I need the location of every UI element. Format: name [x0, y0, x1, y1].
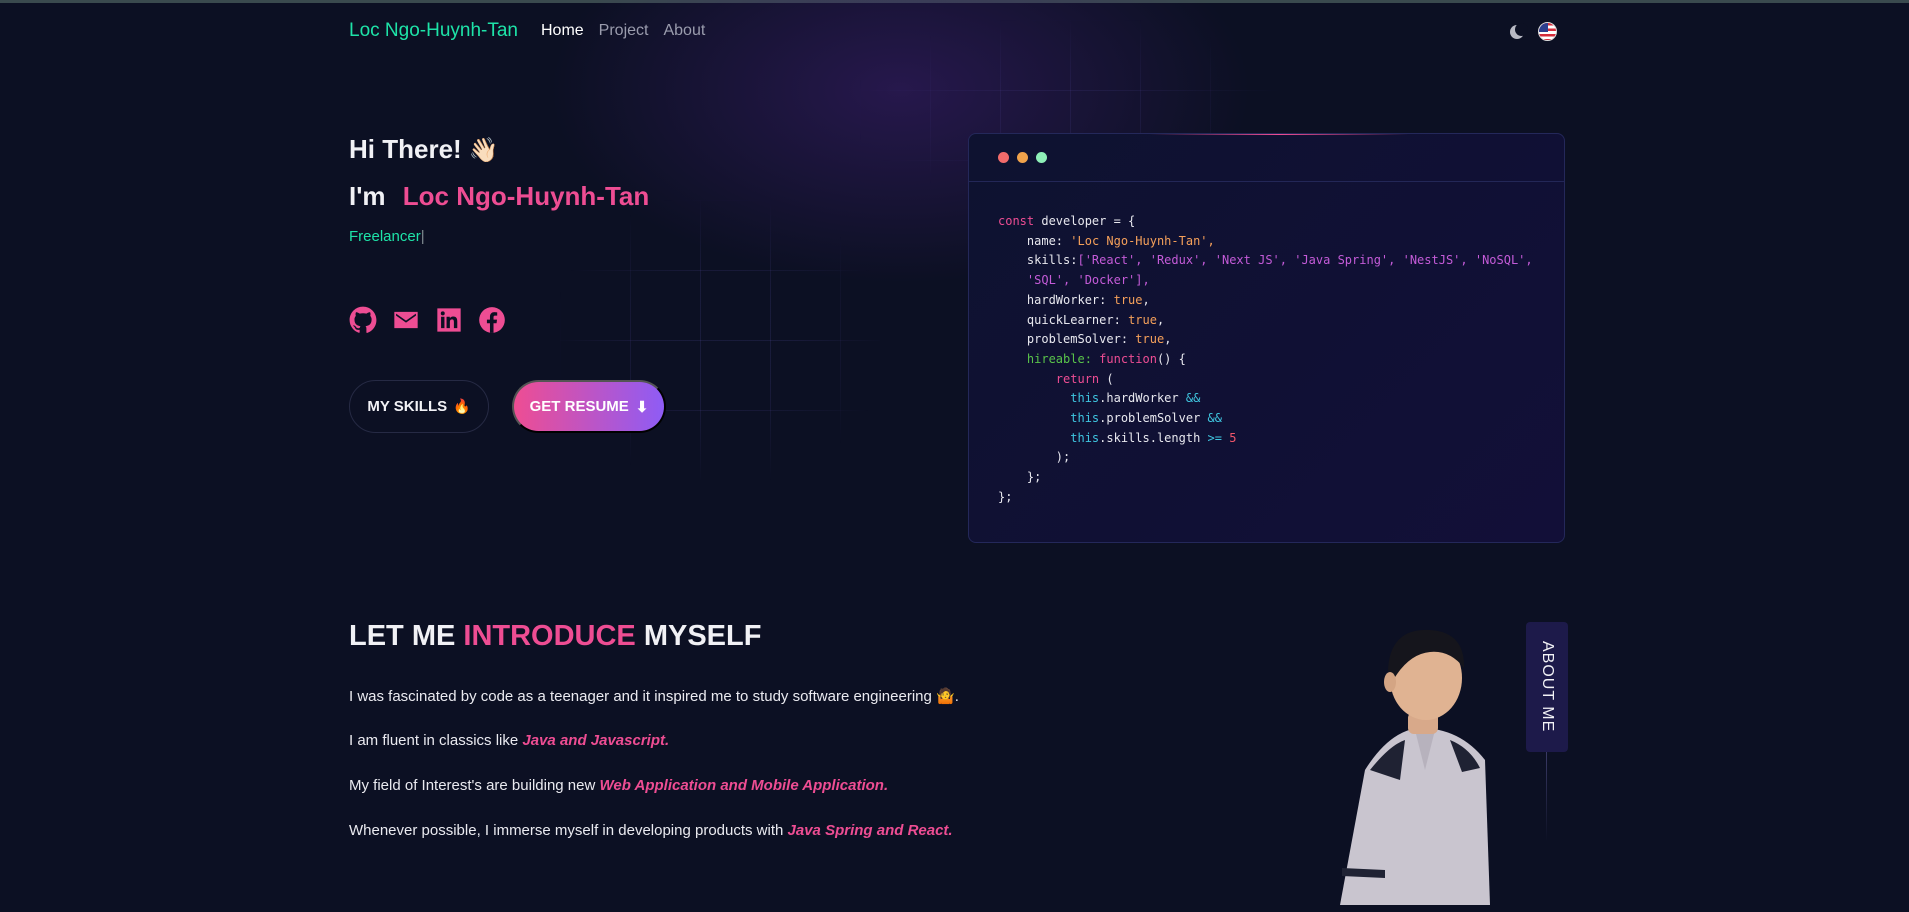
nav-actions — [1510, 22, 1557, 41]
intro-paragraph-4-highlight: Java Spring and React. — [787, 822, 953, 839]
profile-photo — [1340, 629, 1490, 905]
intro-paragraph-3-text: My field of Interest's are building new — [349, 777, 600, 794]
intro-paragraph-2-text: I am fluent in classics like — [349, 732, 523, 749]
typed-role: Freelancer| — [349, 228, 425, 245]
code-window-glow — [1149, 134, 1409, 135]
download-icon: ⬇ — [635, 398, 649, 416]
my-skills-label: MY SKILLS — [367, 398, 448, 415]
facebook-icon[interactable] — [478, 306, 506, 334]
window-dot-green — [1036, 152, 1047, 163]
about-me-tab-label: ABOUT ME — [1539, 641, 1556, 733]
window-dot-orange — [1017, 152, 1028, 163]
intro-paragraph-4-text: Whenever possible, I immerse myself in d… — [349, 822, 788, 839]
waving-hand-icon: 👋🏻 — [468, 137, 499, 164]
get-resume-label: GET RESUME — [529, 398, 629, 415]
nav-link-about[interactable]: About — [663, 22, 705, 40]
about-me-tab[interactable]: ABOUT ME — [1526, 622, 1568, 752]
nav-link-home[interactable]: Home — [541, 22, 584, 40]
code-window: const developer = { name: 'Loc Ngo-Huynh… — [968, 133, 1565, 543]
intro-paragraph-3-highlight: Web Application and Mobile Application. — [599, 777, 889, 794]
social-links — [349, 306, 506, 334]
hero-greeting: Hi There! 👋🏻 — [349, 134, 499, 165]
typed-cursor: | — [420, 228, 425, 245]
intro-title-highlight: INTRODUCE — [463, 620, 636, 652]
fire-icon: 🔥 — [453, 398, 471, 414]
about-me-line — [1546, 752, 1547, 842]
linkedin-icon[interactable] — [435, 306, 463, 334]
hero-name: Loc Ngo-Huynh-Tan — [402, 181, 650, 211]
dark-mode-moon-icon[interactable] — [1510, 22, 1528, 40]
im-prefix: I'm — [349, 181, 386, 211]
intro-paragraph-1-text: I was fascinated by code as a teenager a… — [349, 688, 932, 705]
us-flag-language-icon[interactable] — [1538, 22, 1557, 41]
shrug-icon: 🤷 — [936, 688, 955, 705]
hero-name-line: I'm Loc Ngo-Huynh-Tan — [349, 181, 649, 212]
intro-paragraph-2-highlight: Java and Javascript. — [522, 732, 670, 749]
intro-title-part-b: MYSELF — [635, 620, 762, 652]
intro-paragraph-4: Whenever possible, I immerse myself in d… — [349, 822, 953, 839]
intro-paragraph-2: I am fluent in classics like Java and Ja… — [349, 732, 669, 749]
my-skills-button[interactable]: MY SKILLS 🔥 — [349, 380, 489, 433]
background-grid — [560, 200, 880, 480]
browser-top-edge — [0, 0, 1909, 3]
typed-role-text: Freelancer — [349, 228, 421, 245]
code-snippet: const developer = { name: 'Loc Ngo-Huynh… — [998, 214, 1533, 504]
code-window-titlebar — [969, 134, 1564, 182]
navbar: Loc Ngo-Huynh-Tan Home Project About — [349, 20, 720, 42]
mail-icon[interactable] — [392, 306, 420, 334]
get-resume-button[interactable]: GET RESUME ⬇ — [512, 380, 666, 433]
nav-link-project[interactable]: Project — [599, 22, 649, 40]
intro-paragraph-1: I was fascinated by code as a teenager a… — [349, 688, 959, 705]
window-dot-red — [998, 152, 1009, 163]
intro-title: LET ME INTRODUCE MYSELF — [349, 620, 761, 653]
brand-logo-link[interactable]: Loc Ngo-Huynh-Tan — [349, 20, 518, 42]
intro-title-part-a: LET ME — [349, 620, 464, 652]
github-icon[interactable] — [349, 306, 377, 334]
greeting-text: Hi There! — [349, 134, 462, 164]
intro-paragraph-3: My field of Interest's are building new … — [349, 777, 888, 794]
